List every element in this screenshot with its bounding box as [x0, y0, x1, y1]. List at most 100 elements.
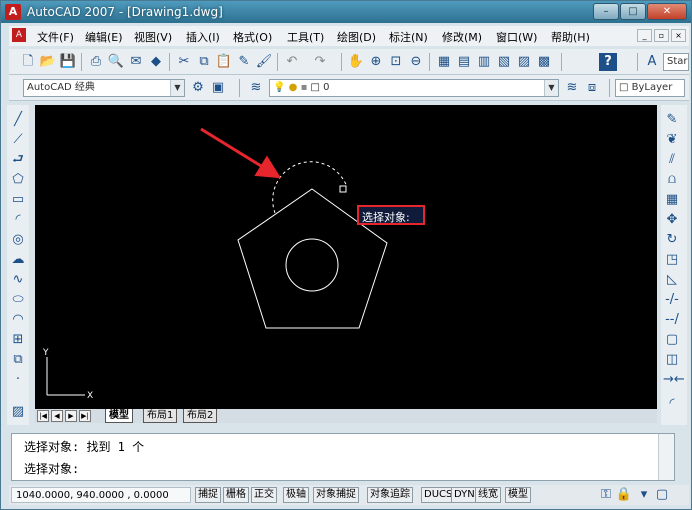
- 3d-icon[interactable]: ◆: [147, 53, 165, 71]
- line-icon[interactable]: ╱: [9, 111, 27, 129]
- maximize-button[interactable]: □: [620, 3, 646, 20]
- matchprop-icon[interactable]: ✎: [235, 53, 253, 71]
- prev-tab-icon[interactable]: ◀: [51, 410, 63, 422]
- workspace-select[interactable]: AutoCAD 经典 ▼: [23, 79, 185, 97]
- tab-model[interactable]: 模型: [105, 409, 133, 423]
- menu-format[interactable]: 格式(O): [233, 29, 272, 45]
- copy-icon[interactable]: ⧉: [195, 53, 213, 71]
- command-scrollbar[interactable]: [658, 434, 674, 480]
- doc-minimize-button[interactable]: _: [637, 29, 652, 42]
- next-tab-icon[interactable]: ▶: [65, 410, 77, 422]
- undo-icon[interactable]: ↶: [283, 53, 301, 71]
- inner-circle[interactable]: [285, 238, 339, 292]
- tab-layout2[interactable]: 布局2: [183, 409, 218, 423]
- osnap-toggle[interactable]: 对象捕捉: [313, 487, 359, 503]
- model-toggle[interactable]: 模型: [505, 487, 531, 503]
- tab-layout1[interactable]: 布局1: [143, 409, 178, 423]
- polar-toggle[interactable]: 极轴: [283, 487, 309, 503]
- lineweight-toggle[interactable]: 线宽: [475, 487, 501, 503]
- revcloud-icon[interactable]: ☁: [9, 251, 27, 269]
- layer-manager-icon[interactable]: ≋: [247, 79, 265, 97]
- autocad-app-icon[interactable]: A: [5, 4, 21, 20]
- chevron-down-icon[interactable]: ▼: [170, 80, 184, 96]
- zoom-window-icon[interactable]: ⊡: [387, 53, 405, 71]
- text-style-combo[interactable]: Star: [663, 53, 689, 71]
- otrack-toggle[interactable]: 对象追踪: [367, 487, 413, 503]
- hatch-icon[interactable]: ▨: [9, 403, 27, 421]
- menu-edit[interactable]: 编辑(E): [85, 29, 123, 45]
- rotate-icon[interactable]: ↻: [663, 231, 681, 249]
- ortho-toggle[interactable]: 正交: [251, 487, 277, 503]
- make-current-layer-icon[interactable]: ≋: [563, 79, 581, 97]
- zoom-previous-icon[interactable]: ⊖: [407, 53, 425, 71]
- pan-icon[interactable]: ✋: [347, 53, 365, 71]
- snap-toggle[interactable]: 捕捉: [195, 487, 221, 503]
- last-tab-icon[interactable]: ▶|: [79, 410, 91, 422]
- command-prompt-line[interactable]: 选择对象:: [24, 460, 79, 477]
- menu-window[interactable]: 窗口(W): [496, 29, 537, 45]
- polyline-icon[interactable]: ⮐: [9, 151, 27, 169]
- circle-icon[interactable]: ◎: [9, 231, 27, 249]
- menu-insert[interactable]: 插入(I): [186, 29, 220, 45]
- arc-icon[interactable]: ◜: [9, 211, 27, 229]
- offset-icon[interactable]: ⩍: [663, 171, 681, 189]
- publish-icon[interactable]: ✉: [127, 53, 145, 71]
- trim-icon[interactable]: -/-: [663, 291, 681, 309]
- print-icon[interactable]: ⎙: [87, 53, 105, 71]
- insert-block-icon[interactable]: ⊞: [9, 331, 27, 349]
- redo-icon[interactable]: ↷: [311, 53, 329, 71]
- drawing-svg[interactable]: X Y: [35, 105, 657, 409]
- minimize-button[interactable]: –: [593, 3, 619, 20]
- rectangle-icon[interactable]: ▭: [9, 191, 27, 209]
- chamfer-icon[interactable]: ◫: [663, 351, 681, 369]
- zoom-realtime-icon[interactable]: ⊕: [367, 53, 385, 71]
- dyn-toggle[interactable]: DYN: [451, 487, 478, 503]
- designcenter-icon[interactable]: ▤: [455, 53, 473, 71]
- text-style-icon[interactable]: A: [643, 53, 661, 71]
- move-icon[interactable]: ✥: [663, 211, 681, 229]
- layer-previous-icon[interactable]: ⧈: [583, 79, 601, 97]
- paste-icon[interactable]: 📋: [215, 53, 233, 71]
- clean-screen-icon[interactable]: ▢: [653, 486, 671, 504]
- annotation-scale-icon[interactable]: ⚿: [597, 486, 615, 504]
- properties-icon[interactable]: ▦: [435, 53, 453, 71]
- menu-tools[interactable]: 工具(T): [287, 29, 324, 45]
- extend-icon[interactable]: --/: [663, 311, 681, 329]
- menu-view[interactable]: 视图(V): [134, 29, 172, 45]
- menu-draw[interactable]: 绘图(D): [337, 29, 376, 45]
- lock-icon[interactable]: 🔒: [615, 486, 633, 504]
- workspace-save-icon[interactable]: ▣: [209, 79, 227, 97]
- mirror-icon[interactable]: ⫽: [663, 151, 681, 169]
- first-tab-icon[interactable]: |◀: [37, 410, 49, 422]
- calculator-icon[interactable]: ▩: [535, 53, 553, 71]
- cut-icon[interactable]: ✂: [175, 53, 193, 71]
- open-icon[interactable]: 📂: [39, 53, 57, 71]
- scale-icon[interactable]: ◳: [663, 251, 681, 269]
- sheetset-icon[interactable]: ▧: [495, 53, 513, 71]
- preview-icon[interactable]: 🔍: [107, 53, 125, 71]
- grid-toggle[interactable]: 栅格: [223, 487, 249, 503]
- array-icon[interactable]: ▦: [663, 191, 681, 209]
- help-icon[interactable]: ?: [599, 53, 617, 71]
- save-icon[interactable]: 💾: [59, 53, 77, 71]
- toolpalettes-icon[interactable]: ▥: [475, 53, 493, 71]
- menu-file[interactable]: 文件(F): [37, 29, 74, 45]
- doc-close-button[interactable]: ×: [671, 29, 686, 42]
- stretch-icon[interactable]: ◺: [663, 271, 681, 289]
- ellipse-arc-icon[interactable]: ◠: [9, 311, 27, 329]
- copy-object-icon[interactable]: ❦: [663, 131, 681, 149]
- erase-icon[interactable]: ✎: [663, 111, 681, 129]
- chevron-down-icon[interactable]: ▼: [544, 80, 558, 96]
- spline-icon[interactable]: ∿: [9, 271, 27, 289]
- workspace-settings-icon[interactable]: ⚙: [189, 79, 207, 97]
- menu-help[interactable]: 帮助(H): [551, 29, 590, 45]
- doc-restore-button[interactable]: ▫: [654, 29, 669, 42]
- layer-select[interactable]: 💡 ● ▪ □ 0 ▼: [269, 79, 559, 97]
- polygon-icon[interactable]: ⬠: [9, 171, 27, 189]
- menu-dimension[interactable]: 标注(N): [389, 29, 428, 45]
- construction-line-icon[interactable]: ⟋: [9, 131, 27, 149]
- join-icon[interactable]: →←: [663, 371, 685, 389]
- ellipse-icon[interactable]: ⬭: [9, 291, 27, 309]
- document-icon[interactable]: A: [12, 28, 26, 42]
- blockeditor-icon[interactable]: 🖌: [255, 53, 273, 71]
